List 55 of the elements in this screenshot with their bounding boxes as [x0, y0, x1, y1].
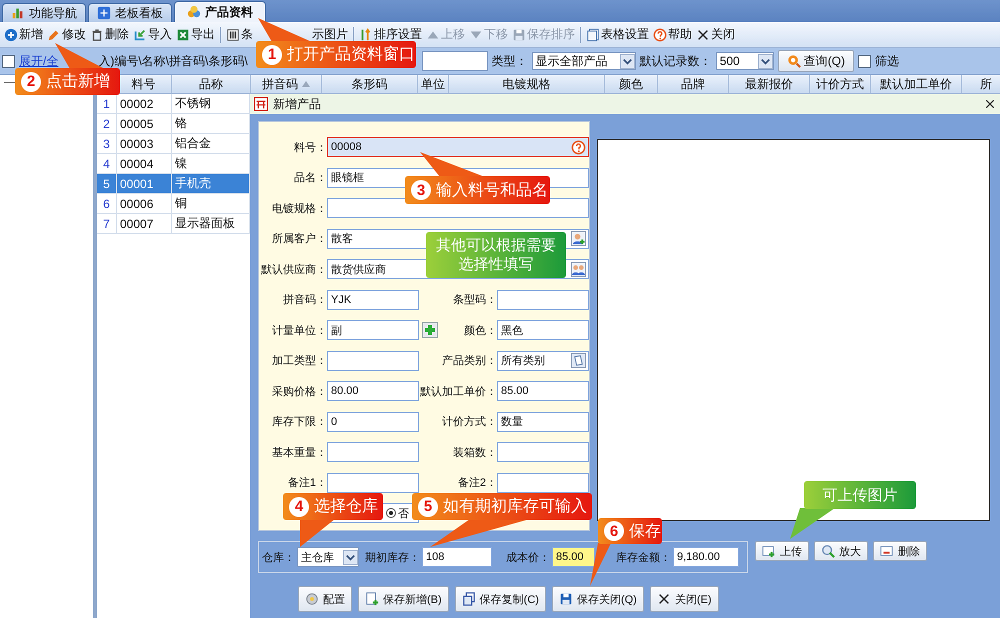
table-cell: 00006 [117, 194, 172, 213]
field-label: 料号： [293, 140, 327, 155]
step-number: 2 [21, 72, 41, 92]
field-label: 期初库存： [365, 550, 420, 564]
step-number: 1 [262, 44, 282, 64]
search-hint: 入)编号\名称\拼音码\条形码\ [98, 52, 248, 70]
field-label: 计价方式： [441, 414, 497, 430]
field-label: 成本价： [506, 550, 550, 564]
field-label: 仓库： [262, 550, 295, 564]
table-cell: 00005 [117, 114, 172, 133]
row-number: 7 [97, 214, 117, 233]
table-cell: 00001 [117, 174, 172, 193]
field-label: 拼音码： [282, 292, 327, 308]
field-label: 条型码： [452, 293, 497, 308]
field-label: 电镀规格： [271, 202, 327, 216]
field-label: 产品类别： [441, 354, 497, 368]
field-label: 库存下限： [271, 414, 327, 430]
field-label: 颜色： [463, 324, 497, 338]
table-cell: 00003 [117, 134, 172, 153]
field-label: 基本重量： [271, 446, 327, 460]
step-number: 4 [289, 496, 309, 516]
row-number: 4 [97, 154, 117, 173]
field-label: 库存金额： [616, 550, 671, 564]
callout-text: 选择仓库 [314, 496, 378, 517]
callout-text: 其他可以根据需要选择性填写 [435, 236, 557, 274]
field-label: 备注1： [286, 476, 327, 490]
step-number: 5 [418, 496, 438, 516]
step-number: 6 [604, 521, 624, 541]
row-number: 5 [97, 174, 117, 193]
callout-text: 打开产品资料窗口 [287, 44, 415, 65]
type-label: 类型： [492, 52, 528, 70]
count-label: 默认记录数： [640, 52, 712, 70]
callout-text: 如有期初库存可输入 [443, 496, 587, 517]
callout-text: 点击新增 [46, 72, 110, 92]
table-cell: 00004 [117, 154, 172, 173]
row-number: 2 [97, 114, 117, 133]
dialog-title: 新增产品 [273, 96, 322, 112]
field-label: 备注2： [456, 476, 497, 490]
field-label: 计量单位： [271, 324, 327, 338]
field-label: 默认加工单价： [419, 384, 497, 399]
radio-label: 否 [398, 506, 409, 521]
field-label: 采购价格： [271, 384, 327, 399]
field-label: 所属客户： [271, 232, 327, 246]
field-label: 品名： [293, 171, 327, 186]
field-label: 默认供应商： [260, 262, 327, 277]
field-label: 装箱数： [452, 446, 497, 460]
callout-text: 输入料号和品名 [436, 180, 548, 200]
row-number: 3 [97, 134, 117, 153]
callout-text: 保存 [629, 522, 661, 542]
callout-text: 可上传图片 [822, 486, 898, 504]
table-cell: 00007 [117, 214, 172, 233]
checkbox-label: 筛选 [875, 52, 900, 70]
step-number: 3 [411, 180, 431, 200]
field-label: 加工类型： [271, 354, 327, 368]
row-number: 6 [97, 194, 117, 213]
